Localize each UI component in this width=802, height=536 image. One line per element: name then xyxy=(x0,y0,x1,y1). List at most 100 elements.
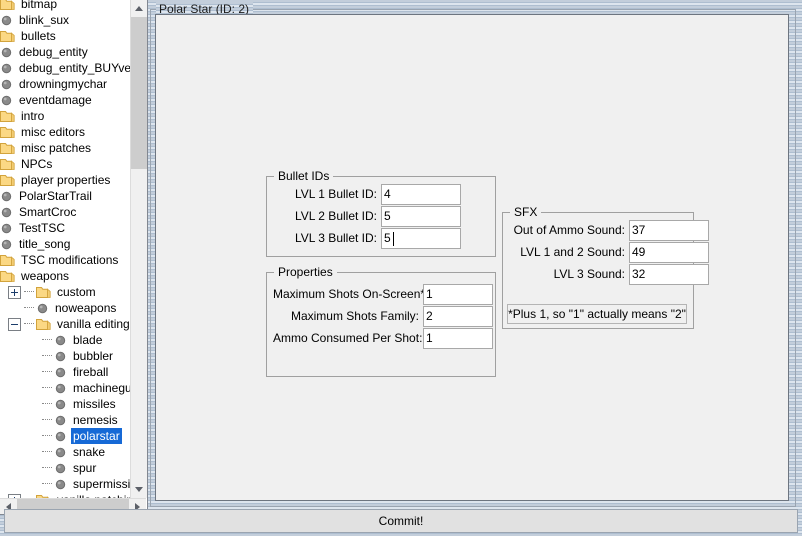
commit-button[interactable]: Commit! xyxy=(4,509,798,533)
node-sphere-icon xyxy=(0,206,13,219)
field-input[interactable]: 37 xyxy=(629,219,709,241)
field-input[interactable]: 4 xyxy=(381,183,461,205)
tree-item-label: debug_entity_BUYversion xyxy=(19,61,131,75)
field-input[interactable]: 1 xyxy=(423,283,493,305)
tree-item-label: vanilla editing xyxy=(57,317,130,331)
tree-item-player-properties[interactable]: player properties xyxy=(0,172,131,188)
tree-connector-line xyxy=(24,307,34,309)
tree-item-weapons[interactable]: weapons xyxy=(0,268,131,284)
tree-item-title-song[interactable]: title_song xyxy=(0,236,131,252)
tree-list: bitmap blink_sux bullets debug_entity debug_… xyxy=(0,0,131,498)
tree-item-smartcroc[interactable]: SmartCroc xyxy=(0,204,131,220)
vertical-scroll-thumb[interactable] xyxy=(131,17,147,169)
tree-connector-line xyxy=(42,435,52,437)
tree-item-spur[interactable]: spur xyxy=(0,460,131,476)
tree-item-label: snake xyxy=(73,445,106,459)
tree-item-label: noweapons xyxy=(55,301,117,315)
tree-item-testtsc[interactable]: TestTSC xyxy=(0,220,131,236)
folder-icon xyxy=(0,158,15,171)
sfx-group: SFX Out of Ammo Sound: 37 LVL 1 and 2 Soun… xyxy=(502,205,709,329)
scroll-down-button[interactable] xyxy=(131,481,147,498)
tree-item-blade[interactable]: blade xyxy=(0,332,131,348)
tree-item-label: TSC modifications xyxy=(21,253,119,267)
tree-item-debug-entity-buyversion[interactable]: debug_entity_BUYversion xyxy=(0,60,131,76)
tree-item-drowningmychar[interactable]: drowningmychar xyxy=(0,76,131,92)
tree-vertical-scrollbar[interactable] xyxy=(130,0,147,498)
node-sphere-icon xyxy=(0,46,13,59)
tree-item-snake[interactable]: snake xyxy=(0,444,131,460)
tree-item-npcs[interactable]: NPCs xyxy=(0,156,131,172)
field-input[interactable]: 5 xyxy=(381,205,461,227)
tree-item-label: missiles xyxy=(73,397,116,411)
tree-item-nemesis[interactable]: nemesis xyxy=(0,412,131,428)
tree-item-custom[interactable]: custom xyxy=(0,284,131,300)
field-input[interactable]: 2 xyxy=(423,305,493,327)
vertical-scroll-track[interactable] xyxy=(131,17,147,481)
tree-connector-line xyxy=(42,483,52,485)
collapse-icon[interactable] xyxy=(8,317,21,331)
field-input[interactable]: 1 xyxy=(423,327,493,349)
tree-item-eventdamage[interactable]: eventdamage xyxy=(0,92,131,108)
tree-item-label: drowningmychar xyxy=(19,77,108,91)
tree-item-bubbler[interactable]: bubbler xyxy=(0,348,131,364)
node-sphere-icon xyxy=(0,190,13,203)
scroll-up-button[interactable] xyxy=(131,0,147,17)
folder-icon xyxy=(0,254,15,267)
tree-item-supermissiles[interactable]: supermissiles xyxy=(0,476,131,492)
field-input[interactable]: 49 xyxy=(629,241,709,263)
tree-item-polarstartrail[interactable]: PolarStarTrail xyxy=(0,188,131,204)
tree-item-tsc-modifications[interactable]: TSC modifications xyxy=(0,252,131,268)
tree-item-debug-entity[interactable]: debug_entity xyxy=(0,44,131,60)
node-sphere-icon xyxy=(0,94,13,107)
tree-item-label: weapons xyxy=(21,269,70,283)
field-row: Out of Ammo Sound: 37 xyxy=(511,219,709,241)
tree-item-blink-sux[interactable]: blink_sux xyxy=(0,12,131,28)
tree-item-label: misc editors xyxy=(21,125,86,139)
field-row: LVL 3 Bullet ID: 5 xyxy=(277,227,461,249)
tree-item-polarstar[interactable]: polarstar xyxy=(0,428,131,444)
field-input[interactable]: 5 xyxy=(381,227,461,249)
folder-icon xyxy=(0,126,15,139)
tree-item-noweapons[interactable]: noweapons xyxy=(0,300,131,316)
tree-item-label: spur xyxy=(73,461,97,475)
tree-item-machinegun[interactable]: machinegun xyxy=(0,380,131,396)
node-sphere-icon xyxy=(54,398,67,411)
folder-icon xyxy=(0,0,15,11)
tree-item-label: PolarStarTrail xyxy=(19,189,92,203)
field-row: LVL 2 Bullet ID: 5 xyxy=(277,205,461,227)
node-sphere-icon xyxy=(54,334,67,347)
tree-item-fireball[interactable]: fireball xyxy=(0,364,131,380)
tree-item-misc-patches[interactable]: misc patches xyxy=(0,140,131,156)
node-sphere-icon xyxy=(54,478,67,491)
tree-item-label: debug_entity xyxy=(19,45,88,59)
field-label: Maximum Shots Family: xyxy=(290,309,419,323)
tree-item-intro[interactable]: intro xyxy=(0,108,131,124)
tree-item-missiles[interactable]: missiles xyxy=(0,396,131,412)
tree-scroll-area: bitmap blink_sux bullets debug_entity debug_… xyxy=(0,0,131,498)
node-sphere-icon xyxy=(0,14,13,27)
field-label: LVL 3 Bullet ID: xyxy=(294,231,377,245)
expand-icon[interactable] xyxy=(8,285,21,299)
tree-item-vanilla-editing[interactable]: vanilla editing xyxy=(0,316,131,332)
tree-item-label: TestTSC xyxy=(19,221,66,235)
script-tree-panel: bitmap blink_sux bullets debug_entity debug_… xyxy=(0,0,148,515)
application-window: bitmap blink_sux bullets debug_entity debug_… xyxy=(0,0,802,536)
tree-item-bullets[interactable]: bullets xyxy=(0,28,131,44)
tree-item-bitmap[interactable]: bitmap xyxy=(0,0,131,12)
tree-item-label: title_song xyxy=(19,237,71,251)
node-sphere-icon xyxy=(0,238,13,251)
field-input[interactable]: 32 xyxy=(629,263,709,285)
tree-item-misc-editors[interactable]: misc editors xyxy=(0,124,131,140)
